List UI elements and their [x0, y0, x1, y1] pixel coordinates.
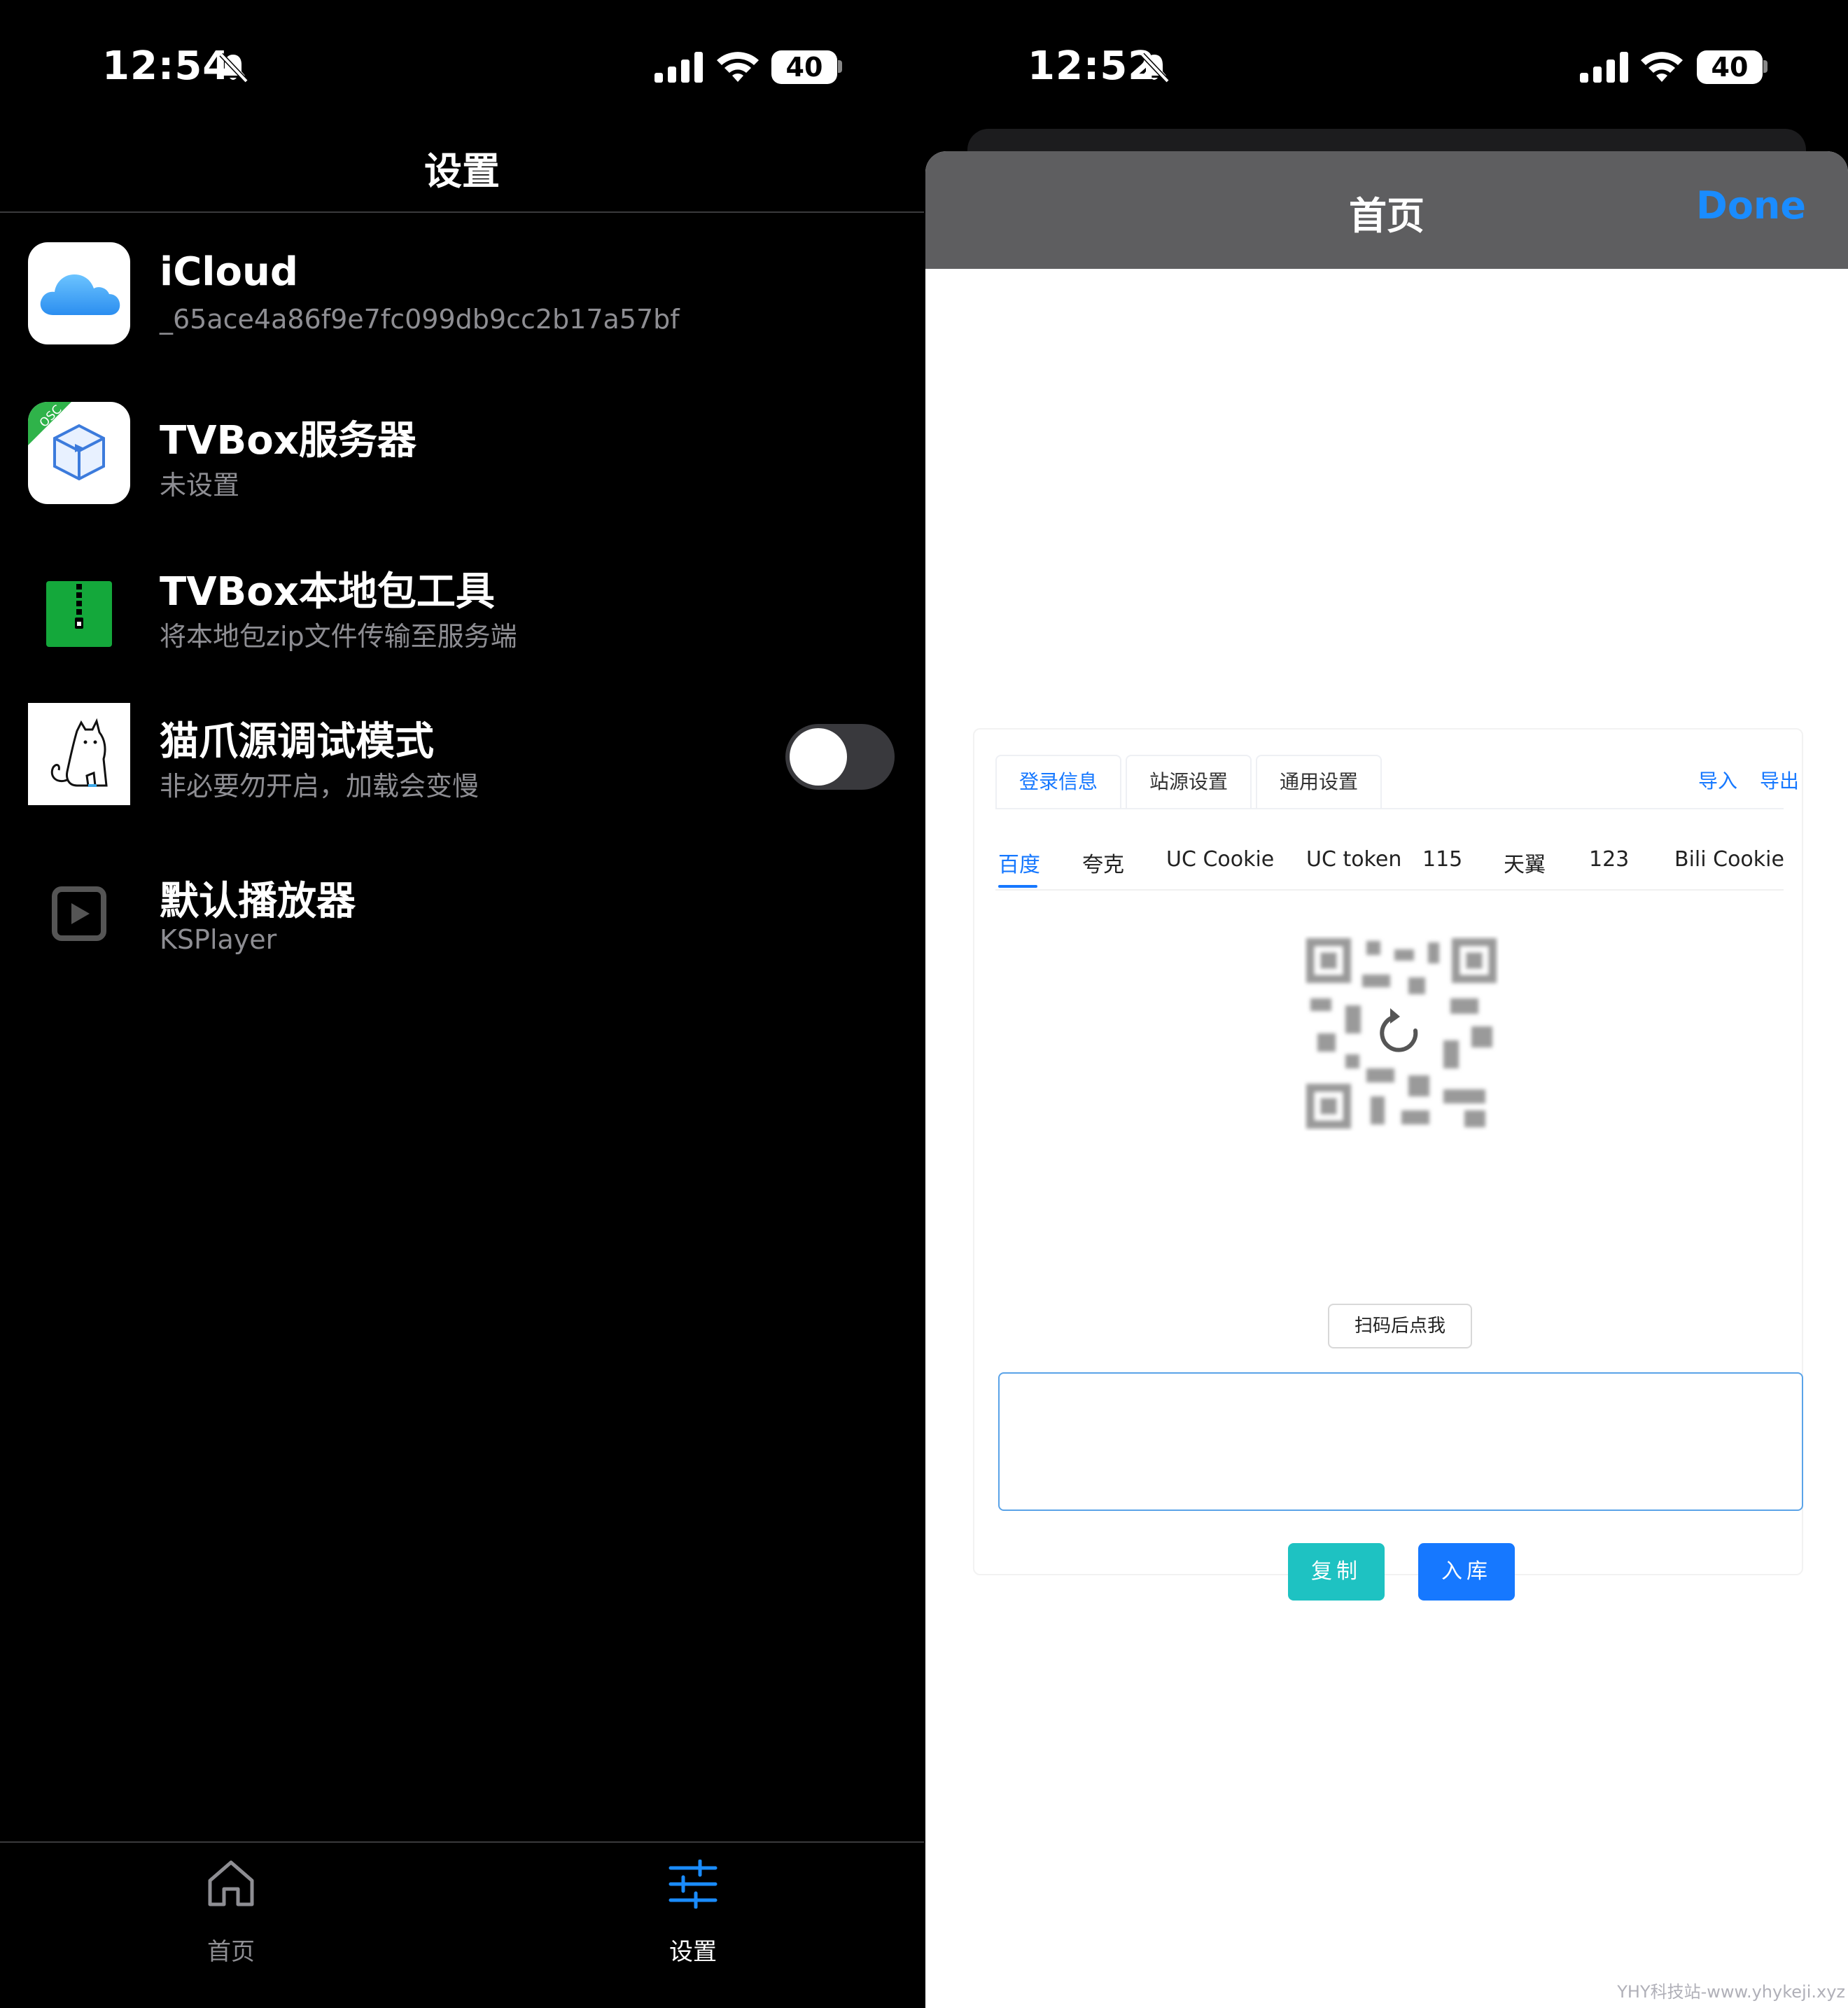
zip-archive-icon [28, 553, 130, 655]
cookie-textarea[interactable] [998, 1372, 1803, 1511]
active-subtab-indicator [998, 885, 1037, 888]
row-title: 猫爪源调试模式 [160, 719, 434, 765]
wifi-icon [717, 52, 759, 82]
subtab-tianyi[interactable]: 天翼 [1504, 847, 1546, 878]
modal-sheet: 首页 Done 登录信息 站源设置 通用设置 导入 导出 百度 夸克 UC Co… [925, 151, 1848, 2008]
house-icon [208, 1860, 254, 1906]
row-subtitle: 非必要勿开启，加载会变慢 [160, 771, 479, 802]
subtab-quark[interactable]: 夸克 [1082, 847, 1124, 878]
battery-indicator: 40 [771, 50, 837, 84]
store-button[interactable]: 入库 [1418, 1543, 1515, 1601]
settings-row-icloud[interactable]: iCloud _65ace4a86f9e7fc099db9cc2b17a57bf [0, 228, 924, 354]
status-bar: 12:54 40 [0, 0, 924, 133]
tab-home-label: 首页 [207, 1938, 255, 1966]
icloud-icon [28, 242, 130, 344]
tab-source-settings[interactable]: 站源设置 [1126, 755, 1252, 808]
scan-confirm-button[interactable]: 扫码后点我 [1328, 1304, 1472, 1348]
battery-tip [1763, 60, 1768, 73]
config-panel: 登录信息 站源设置 通用设置 导入 导出 百度 夸克 UC Cookie UC … [973, 728, 1803, 1601]
mute-bell-icon [219, 53, 248, 83]
row-title: TVBox服务器 [160, 418, 416, 463]
refresh-icon [1380, 1015, 1418, 1052]
row-subtitle: 将本地包zip文件传输至服务端 [160, 621, 517, 652]
settings-row-tvbox-server[interactable]: OSC TVBox服务器 未设置 [0, 388, 924, 514]
subtab-divider [995, 889, 1784, 891]
status-time: 12:54 [102, 43, 231, 89]
tab-bar: 首页 设置 [0, 1841, 924, 2008]
mute-bell-icon [1140, 53, 1170, 83]
tab-general-settings[interactable]: 通用设置 [1256, 755, 1382, 808]
subtab-uc-token[interactable]: UC token [1306, 847, 1401, 872]
copy-button[interactable]: 复制 [1288, 1543, 1385, 1601]
done-button[interactable]: Done [1696, 183, 1806, 228]
sliders-icon [668, 1860, 718, 1909]
nav-separator [0, 211, 924, 213]
watermark: YHY科技站-www.yhykeji.xyz [1617, 1982, 1845, 2002]
row-title: TVBox本地包工具 [160, 569, 495, 615]
play-icon [28, 863, 130, 965]
webview-sheet-screen: 12:52 40 首页 Done 登录信息 站源设置 通用设置 导入 导出 百度… [925, 0, 1848, 2008]
tab-home[interactable]: 首页 [126, 1857, 336, 1966]
cat-icon [28, 703, 130, 805]
tvbox-server-icon: OSC [28, 402, 130, 504]
subtab-bili-cookie[interactable]: Bili Cookie [1674, 847, 1784, 872]
import-link[interactable]: 导入 [1698, 766, 1737, 794]
cellular-signal-icon [1580, 52, 1628, 83]
tab-settings-label: 设置 [669, 1938, 717, 1966]
subtab-uc-cookie[interactable]: UC Cookie [1166, 847, 1274, 872]
export-link[interactable]: 导出 [1760, 766, 1799, 794]
row-subtitle: _65ace4a86f9e7fc099db9cc2b17a57bf [160, 304, 680, 335]
toggle-knob [790, 728, 847, 786]
settings-screen: 12:54 40 设置 iCloud _65ace4a86f9e7fc099db… [0, 0, 924, 2008]
qr-code-image[interactable] [1303, 935, 1499, 1131]
debug-mode-toggle[interactable] [785, 724, 895, 790]
row-subtitle: KSPlayer [160, 924, 277, 955]
subtab-baidu[interactable]: 百度 [998, 847, 1040, 878]
subtab-123[interactable]: 123 [1589, 847, 1629, 872]
wifi-icon [1641, 52, 1683, 82]
page-title: 设置 [424, 149, 500, 193]
sheet-header: 首页 Done [925, 151, 1848, 269]
status-bar: 12:52 40 [925, 0, 1848, 133]
settings-row-tvbox-local-package[interactable]: TVBox本地包工具 将本地包zip文件传输至服务端 [0, 539, 924, 665]
tab-divider [995, 808, 1784, 809]
battery-indicator: 40 [1697, 50, 1763, 84]
settings-row-default-player[interactable]: 默认播放器 KSPlayer [0, 849, 924, 975]
subtab-115[interactable]: 115 [1422, 847, 1462, 872]
battery-tip [838, 60, 842, 73]
cellular-signal-icon [654, 52, 703, 83]
row-subtitle: 未设置 [160, 470, 240, 501]
row-title: iCloud [160, 249, 298, 295]
row-title: 默认播放器 [160, 879, 356, 924]
tab-settings[interactable]: 设置 [588, 1857, 798, 1966]
settings-row-catpaw-debug: 猫爪源调试模式 非必要勿开启，加载会变慢 [0, 689, 924, 815]
tab-login-info[interactable]: 登录信息 [995, 755, 1121, 808]
